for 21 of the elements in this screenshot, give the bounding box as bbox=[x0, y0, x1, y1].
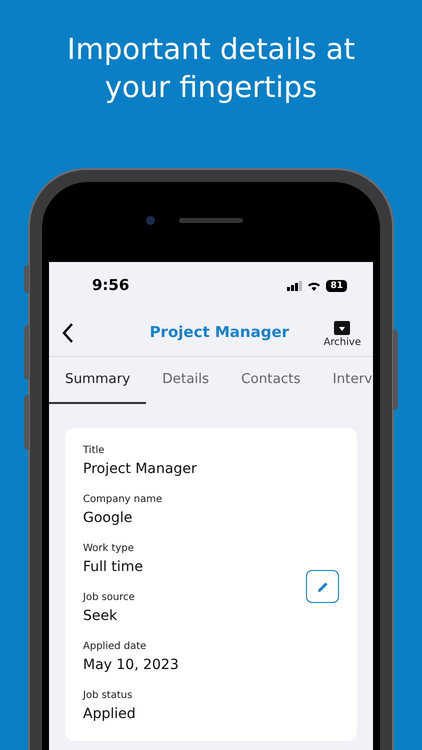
status-time: 9:56 bbox=[92, 275, 130, 296]
field-value: Applied bbox=[83, 705, 137, 724]
tab[interactable]: Details bbox=[146, 357, 226, 404]
tab[interactable]: Contacts bbox=[225, 357, 317, 404]
tab[interactable]: Interv bbox=[316, 357, 373, 404]
battery-level: 81 bbox=[326, 280, 347, 292]
field-label: Work type bbox=[83, 542, 135, 556]
field-label: Applied date bbox=[83, 640, 148, 654]
page-title: Project Manager bbox=[150, 322, 290, 344]
headline: Important details at your fingertips bbox=[66, 31, 356, 106]
archive-button[interactable]: Archive bbox=[324, 321, 361, 350]
field-value: Seek bbox=[83, 607, 118, 626]
field-label: Job status bbox=[83, 689, 134, 703]
field-value: Project Manager bbox=[83, 460, 198, 479]
field-label: Title bbox=[83, 444, 106, 458]
field-label: Job source bbox=[83, 591, 136, 605]
field-label: Company name bbox=[83, 493, 164, 507]
tab[interactable]: Summary bbox=[49, 357, 146, 404]
field-value: May 10, 2023 bbox=[83, 656, 180, 675]
field-value: Google bbox=[83, 509, 134, 528]
field-value: Full time bbox=[83, 558, 144, 577]
